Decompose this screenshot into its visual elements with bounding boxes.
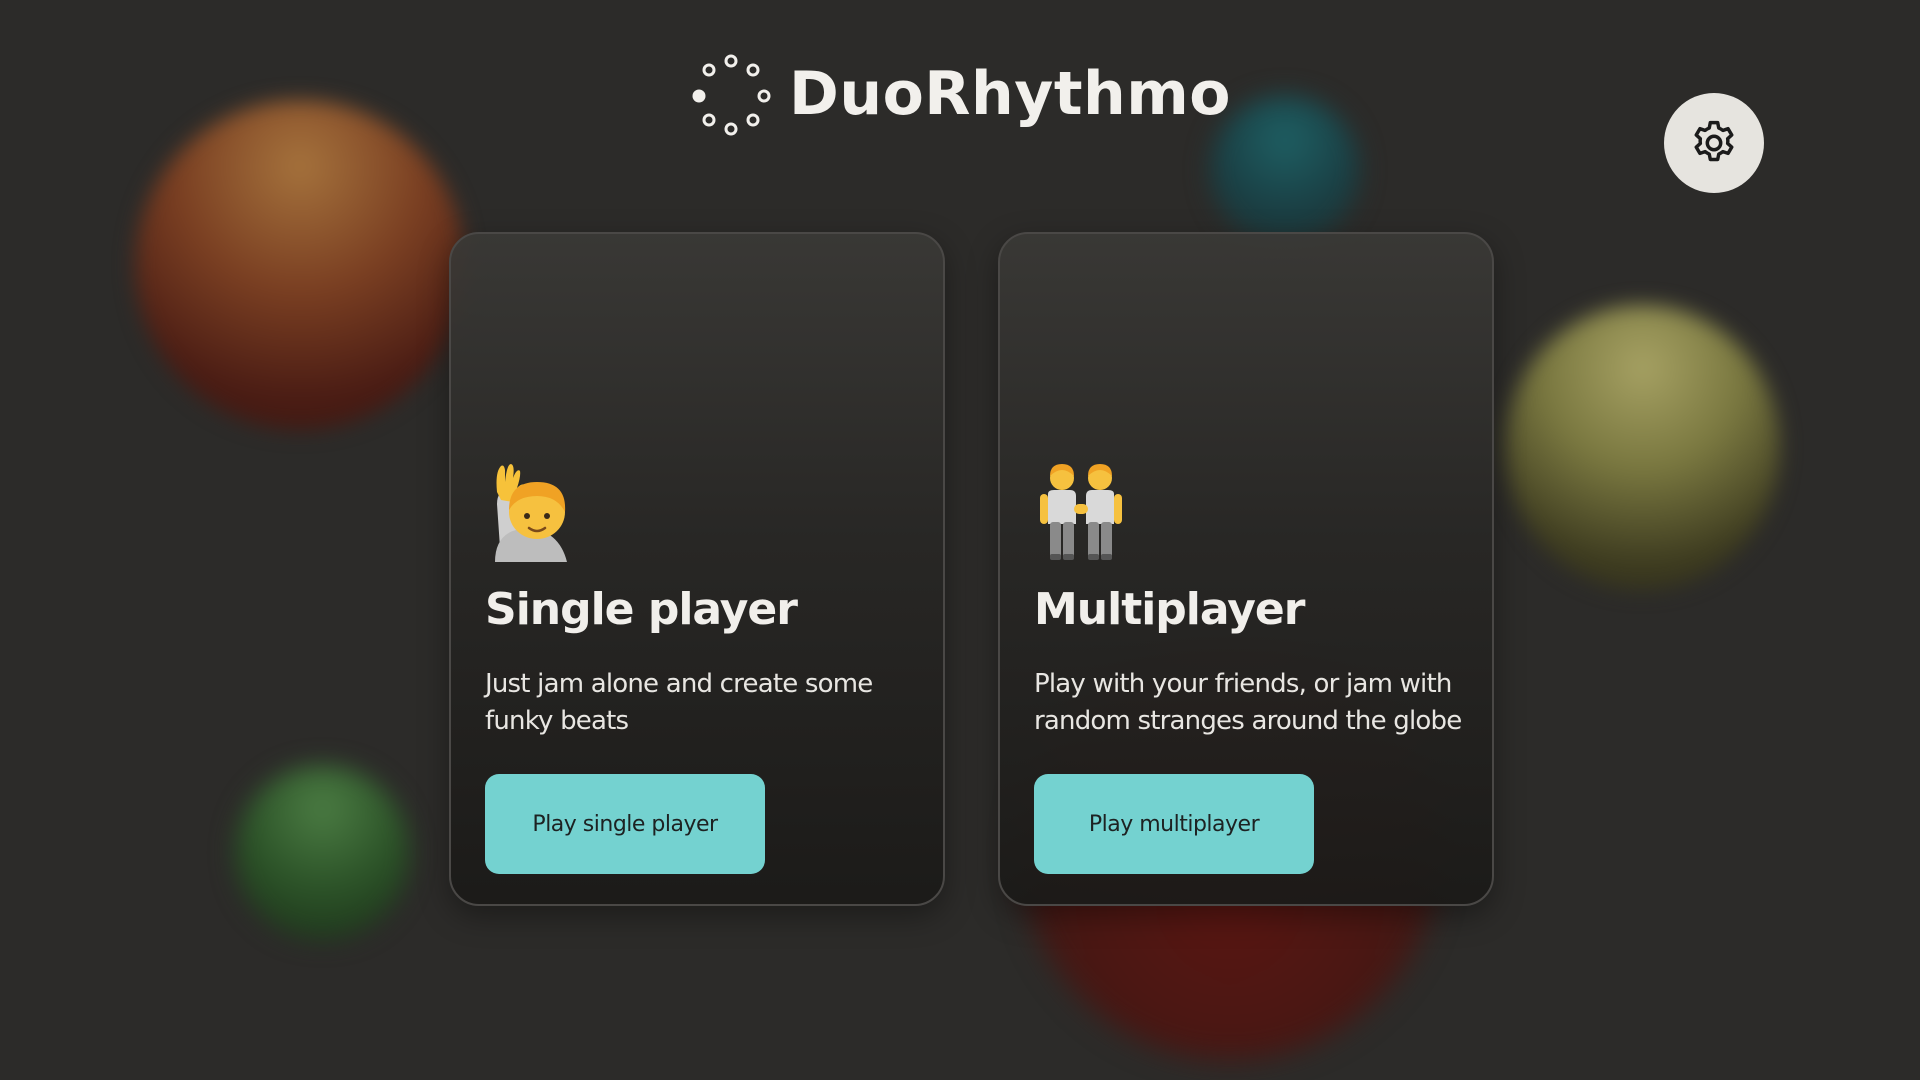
background-orb-olive (1505, 305, 1780, 590)
card-description: Play with your friends, or jam with rand… (1034, 669, 1462, 736)
header: DuoRhythmo (0, 44, 1920, 144)
play-multiplayer-button[interactable]: Play multiplayer (1034, 774, 1314, 874)
multiplayer-card: Multiplayer Play with your friends, or j… (998, 232, 1494, 906)
dotted-circle-logo-icon (692, 54, 771, 136)
card-description: Just jam alone and create some funky bea… (485, 669, 873, 736)
settings-button[interactable] (1664, 93, 1764, 193)
card-title: Single player (485, 584, 798, 635)
app-title: DuoRhythmo (789, 59, 1231, 129)
background-orb-green (235, 765, 410, 940)
brand: DuoRhythmo (689, 52, 1231, 136)
play-single-player-button[interactable]: Play single player (485, 774, 765, 874)
card-title: Multiplayer (1034, 584, 1305, 635)
gear-icon (1694, 120, 1734, 162)
background-orb-orange (135, 100, 465, 430)
single-player-card: Single player Just jam alone and create … (449, 232, 945, 906)
app-screen: DuoRhythmo Single player Just jam alone … (0, 0, 1920, 1080)
two-people-holding-hands-icon (1040, 464, 1122, 560)
person-raising-hand-icon (495, 464, 567, 562)
